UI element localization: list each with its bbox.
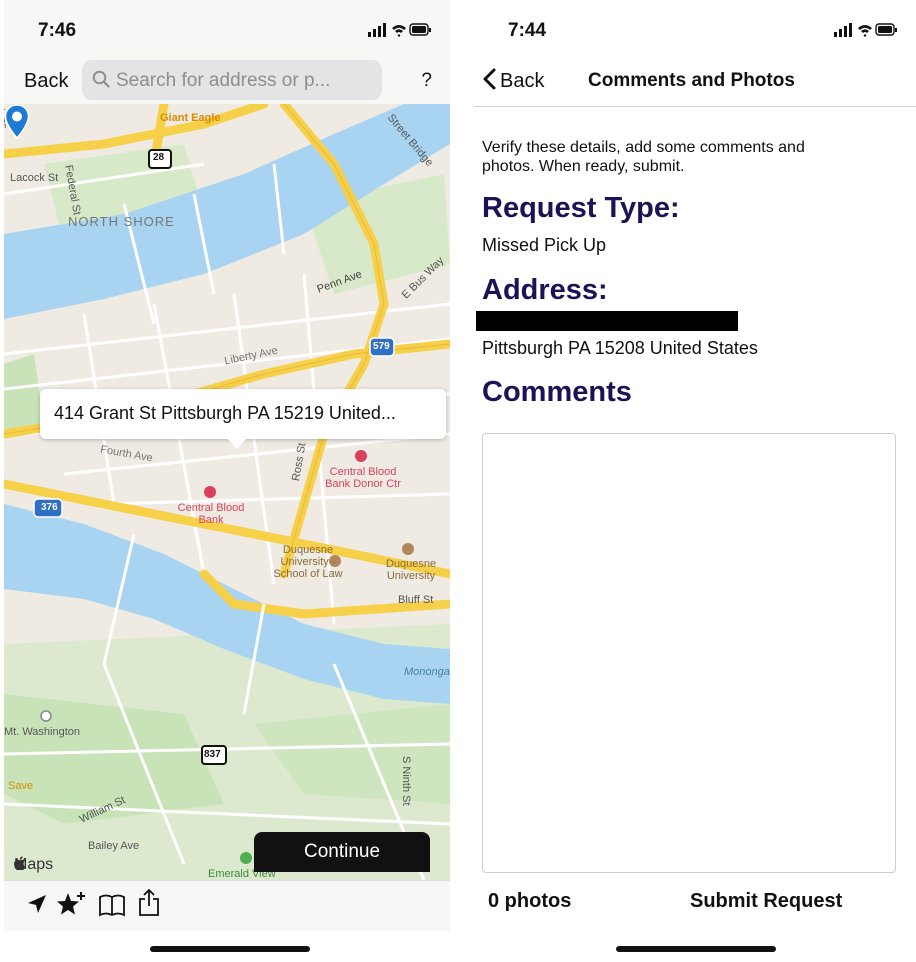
- request-type-value: Missed Pick Up: [482, 235, 607, 255]
- home-indicator[interactable]: [150, 946, 310, 952]
- map-label-save: Save: [8, 780, 34, 792]
- map-screen: 7:46 Back Search for address or p... ? G…: [4, 0, 450, 962]
- chevron-left-icon: [483, 68, 496, 90]
- comments-heading: Comments: [482, 376, 632, 408]
- map-toolbar: [4, 880, 450, 931]
- navigation-bar: Back Comments and Photos: [474, 56, 916, 107]
- apple-logo-icon: [14, 856, 26, 870]
- search-field[interactable]: Search for address or p...: [82, 60, 382, 100]
- search-placeholder: Search for address or p...: [116, 70, 331, 91]
- home-indicator[interactable]: [616, 946, 776, 952]
- location-arrow-icon[interactable]: [26, 893, 48, 915]
- route-837-label: 837: [204, 749, 221, 760]
- status-icons: [368, 23, 431, 37]
- map-pin-icon[interactable]: [4, 104, 30, 140]
- map-label-bailey-ave: Bailey Ave: [88, 840, 140, 852]
- share-icon[interactable]: [138, 889, 160, 917]
- map-label-mt-washington: Mt. Washington: [4, 726, 81, 738]
- map-label-mononga: Mononga: [404, 666, 450, 678]
- route-579-label: 579: [373, 341, 390, 352]
- status-time: 7:46: [38, 20, 77, 41]
- apple-maps-logo: Maps: [14, 856, 53, 874]
- map-view[interactable]: Giant Eagle 28 Lacock St Federal St NORT…: [4, 104, 450, 880]
- favorite-star-icon[interactable]: [56, 891, 86, 919]
- status-icons: [834, 23, 897, 37]
- help-button[interactable]: ?: [421, 70, 432, 92]
- comments-screen: 7:44 Back Comments and Photos Verify the…: [474, 0, 916, 962]
- continue-button[interactable]: Continue: [254, 832, 430, 872]
- bookmarks-icon[interactable]: [98, 893, 126, 917]
- map-label-north-shore: NORTH SHORE: [68, 214, 175, 229]
- back-label: Back: [500, 70, 545, 92]
- status-bar: 7:44: [474, 0, 916, 60]
- map-label-central-blood-bank-donor: Central Blood Bank Donor Ctr: [325, 466, 401, 490]
- search-icon: [92, 70, 110, 88]
- callout-address: 414 Grant St Pittsburgh PA 15219 United.…: [54, 403, 396, 423]
- status-time: 7:44: [508, 20, 547, 41]
- map-label-bluff-st: Bluff St: [398, 594, 434, 606]
- request-type-heading: Request Type:: [482, 192, 680, 224]
- intro-text: Verify these details, add some comments …: [482, 139, 805, 175]
- route-376-label: 376: [41, 502, 58, 513]
- redacted-address-line: [476, 311, 738, 331]
- photos-button[interactable]: 0 photos: [488, 890, 571, 913]
- submit-request-button[interactable]: Submit Request: [690, 890, 842, 913]
- map-label-s-ninth-st: S Ninth St: [400, 756, 412, 806]
- back-button[interactable]: Back: [482, 68, 544, 93]
- back-button[interactable]: Back: [24, 70, 68, 93]
- address-callout[interactable]: 414 Grant St Pittsburgh PA 15219 United.…: [40, 389, 446, 449]
- route-28-label: 28: [153, 152, 165, 163]
- status-bar: 7:46: [4, 0, 450, 60]
- map-label-giant-eagle: Giant Eagle: [160, 112, 221, 124]
- map-label-duquesne-law: Duquesne University - School of Law: [273, 544, 343, 580]
- map-label-central-blood-bank: Central Blood Bank: [177, 502, 245, 526]
- address-line-2: Pittsburgh PA 15208 United States: [482, 338, 758, 358]
- callout-tail: [226, 437, 248, 449]
- comments-textarea[interactable]: [482, 433, 896, 873]
- map-label-duquesne-university: Duquesne University: [385, 558, 437, 582]
- map-label-lacock-st: Lacock St: [10, 172, 59, 184]
- address-heading: Address:: [482, 274, 608, 306]
- page-title: Comments and Photos: [588, 70, 795, 91]
